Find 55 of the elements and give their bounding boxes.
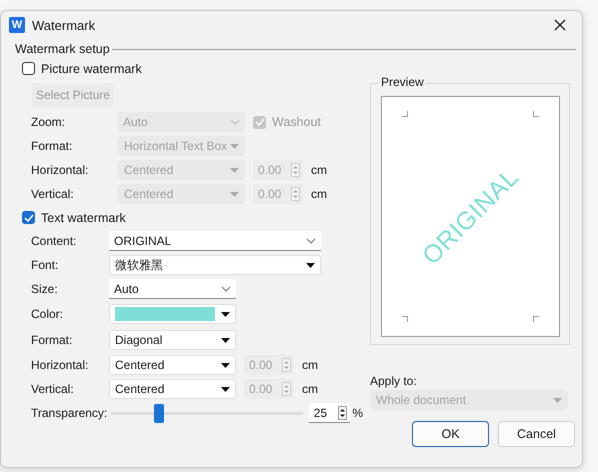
unit-label: cm xyxy=(302,382,318,396)
dropdown[interactable]: 微软雅黑 xyxy=(109,255,321,275)
dropdown[interactable]: Centered xyxy=(109,355,236,375)
field-label: Transparency: xyxy=(31,406,108,420)
field-label: Format: xyxy=(31,139,74,153)
field-label: Font: xyxy=(31,258,60,272)
color-dropdown[interactable] xyxy=(109,304,236,324)
chevron-icon xyxy=(221,286,231,292)
dialog-button[interactable]: OK xyxy=(412,421,489,447)
field-label: Size: xyxy=(31,282,59,296)
caret-icon xyxy=(221,386,230,392)
check-icon xyxy=(254,118,264,126)
crop-mark-icon xyxy=(533,316,539,322)
field-label: Content: xyxy=(31,234,78,248)
unit-label: cm xyxy=(311,187,327,201)
window-title: Watermark xyxy=(32,18,96,32)
group-title: Watermark setup xyxy=(15,42,110,56)
dropdown[interactable]: Centered xyxy=(109,379,236,399)
dropdown[interactable]: Diagonal xyxy=(109,330,236,350)
field-label: Apply to: xyxy=(370,374,418,388)
caret-icon xyxy=(230,168,239,172)
field-label: Vertical: xyxy=(31,382,75,396)
caret-icon xyxy=(553,398,562,402)
field-label: Vertical: xyxy=(31,187,75,201)
caret-icon xyxy=(221,362,230,368)
check-icon xyxy=(24,214,34,222)
dialog-button[interactable]: Cancel xyxy=(498,421,575,447)
slider-thumb[interactable] xyxy=(154,404,164,422)
caret-icon xyxy=(230,192,239,196)
field-label: Zoom: xyxy=(31,115,66,129)
app-icon: W xyxy=(9,17,25,33)
crop-mark-icon xyxy=(402,111,408,117)
spin-field[interactable]: 25 xyxy=(308,403,350,423)
chevron-icon xyxy=(230,118,240,124)
crop-mark-icon xyxy=(402,316,408,322)
unit-label: cm xyxy=(302,358,318,372)
unit-label: cm xyxy=(311,163,327,177)
close-icon xyxy=(554,19,566,31)
field-label: Format: xyxy=(31,333,74,347)
checkbox[interactable]: Picture watermark xyxy=(22,62,142,76)
checkbox[interactable]: Text watermark xyxy=(22,210,126,224)
crop-mark-icon xyxy=(533,111,539,117)
field-label: Horizontal: xyxy=(31,163,90,177)
caret-icon xyxy=(221,338,230,342)
caret-icon xyxy=(230,144,239,148)
chevron-icon xyxy=(306,238,316,244)
caret-icon xyxy=(221,312,230,316)
field-label: Color: xyxy=(31,307,64,321)
unit-label: % xyxy=(352,406,363,420)
field-label: Horizontal: xyxy=(31,358,90,372)
dropdown[interactable]: Auto xyxy=(109,279,236,299)
group-title: Preview xyxy=(379,75,426,89)
dropdown[interactable]: ORIGINAL xyxy=(109,231,321,251)
caret-icon xyxy=(306,262,315,268)
spin-arrows-icon[interactable] xyxy=(338,406,348,420)
